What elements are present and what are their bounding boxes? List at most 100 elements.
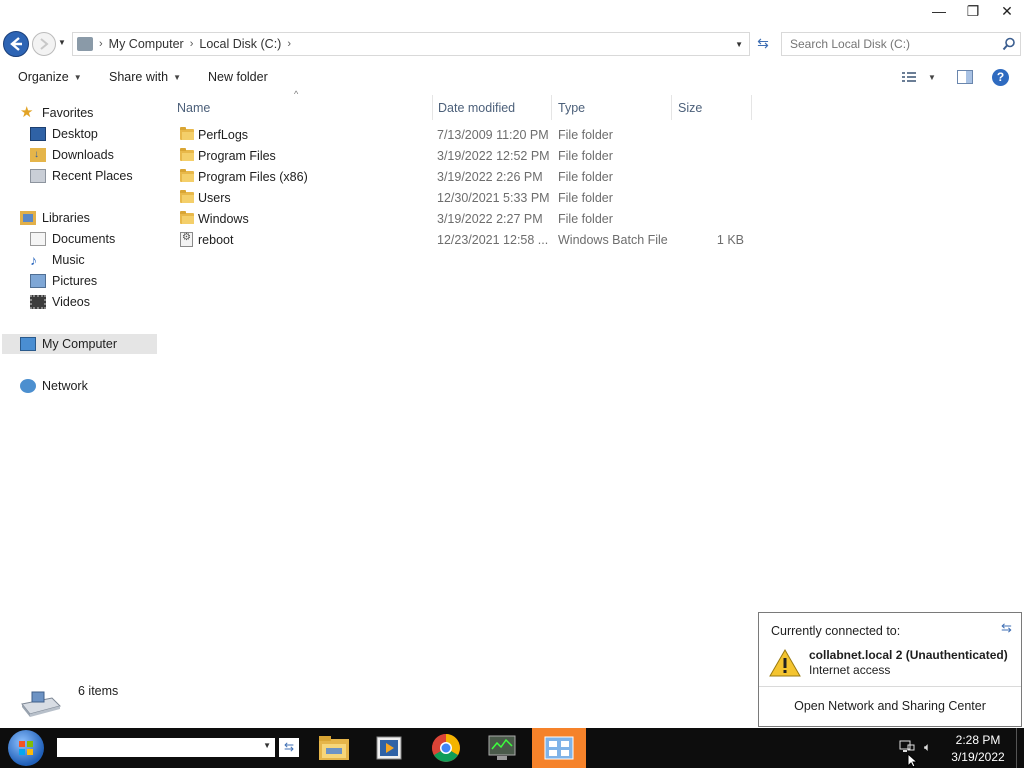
- search-box[interactable]: [781, 32, 1021, 56]
- breadcrumb-separator-icon: ›: [287, 38, 292, 50]
- nav-music[interactable]: ♪ Music: [30, 250, 85, 270]
- chrome-icon: [432, 734, 460, 762]
- file-date: 3/19/2022 2:27 PM: [437, 212, 543, 226]
- volume-icon[interactable]: 🔈︎: [924, 740, 940, 754]
- file-size: 1 KB: [716, 233, 744, 247]
- taskbar: ▼ ⇆ 🔈︎ 2:28 PM 3/19/2022: [0, 728, 1024, 768]
- minimize-button[interactable]: —: [922, 0, 956, 22]
- share-with-menu[interactable]: Share with ▼: [109, 70, 181, 84]
- column-header-name[interactable]: Name: [171, 95, 433, 120]
- folder-icon: [180, 169, 194, 182]
- view-dropdown-icon[interactable]: ▼: [928, 73, 936, 82]
- start-button[interactable]: [8, 730, 44, 766]
- arrow-right-icon: [40, 38, 49, 50]
- file-type: File folder: [558, 191, 613, 205]
- music-note-icon: ♪: [30, 252, 37, 268]
- new-folder-button[interactable]: New folder: [208, 70, 268, 84]
- nav-network[interactable]: Network: [20, 376, 88, 396]
- folder-icon: [180, 190, 194, 203]
- address-bar[interactable]: › My Computer › Local Disk (C:) › ▼: [72, 32, 750, 56]
- organize-menu[interactable]: Organize ▼: [18, 70, 82, 84]
- taskbar-task-manager[interactable]: [477, 728, 527, 768]
- pictures-icon: [30, 274, 46, 288]
- address-dropdown-icon[interactable]: ▼: [735, 40, 743, 49]
- show-desktop-button[interactable]: [1016, 728, 1017, 768]
- taskbar-control-panel-active[interactable]: [532, 728, 586, 768]
- view-options-icon[interactable]: [902, 71, 918, 83]
- star-icon: ★: [20, 104, 34, 121]
- monitor-icon: [488, 735, 516, 760]
- preview-pane-icon[interactable]: [957, 70, 973, 84]
- taskbar-file-explorer[interactable]: [309, 728, 359, 768]
- restore-button[interactable]: ❐: [956, 0, 990, 22]
- file-row[interactable]: PerfLogs 7/13/2009 11:20 PM File folder: [176, 125, 756, 146]
- nav-libraries[interactable]: Libraries: [20, 208, 90, 228]
- clock-date[interactable]: 3/19/2022: [946, 750, 1010, 764]
- file-type: File folder: [558, 212, 613, 226]
- computer-icon: [20, 337, 36, 351]
- folder-icon: [180, 148, 194, 161]
- file-name: Program Files: [198, 149, 276, 163]
- chevron-down-icon[interactable]: ▼: [263, 741, 271, 750]
- file-row[interactable]: reboot 12/23/2021 12:58 ... Windows Batc…: [176, 230, 756, 251]
- file-date: 3/19/2022 2:26 PM: [437, 170, 543, 184]
- close-button[interactable]: ✕: [990, 0, 1024, 22]
- back-button[interactable]: [3, 31, 29, 57]
- computer-icon: [77, 37, 93, 51]
- help-icon[interactable]: ?: [992, 69, 1009, 86]
- desktop-icon: [30, 127, 46, 141]
- file-name: Program Files (x86): [198, 170, 308, 184]
- network-name: collabnet.local 2 (Unauthenticated): [809, 648, 1008, 662]
- network-access: Internet access: [809, 663, 891, 677]
- file-type: File folder: [558, 170, 613, 184]
- file-row[interactable]: Program Files 3/19/2022 12:52 PM File fo…: [176, 146, 756, 167]
- network-tray-icon[interactable]: [899, 740, 915, 754]
- address-toolbar-input[interactable]: ▼: [57, 738, 275, 757]
- forward-button[interactable]: [32, 32, 56, 56]
- column-header-date-modified[interactable]: Date modified: [432, 95, 552, 120]
- item-count: 6 items: [78, 684, 119, 698]
- file-name: Windows: [198, 212, 249, 226]
- column-header-size[interactable]: Size: [672, 95, 752, 120]
- nav-pictures[interactable]: Pictures: [30, 271, 97, 291]
- mouse-cursor-icon: [907, 752, 919, 768]
- nav-videos[interactable]: Videos: [30, 292, 90, 312]
- nav-favorites[interactable]: ★ Favorites: [20, 103, 93, 123]
- taskbar-chrome[interactable]: [421, 728, 471, 768]
- clock-time[interactable]: 2:28 PM: [946, 733, 1010, 747]
- libraries-icon: [20, 211, 36, 225]
- file-name: reboot: [198, 233, 234, 247]
- nav-my-computer[interactable]: My Computer: [20, 334, 117, 354]
- refresh-icon[interactable]: ⇆: [1001, 620, 1012, 636]
- breadcrumb-my-computer[interactable]: My Computer: [109, 37, 184, 51]
- recent-pages-dropdown[interactable]: ▼: [58, 38, 66, 47]
- nav-documents[interactable]: Documents: [30, 229, 115, 249]
- open-network-sharing-link[interactable]: Open Network and Sharing Center: [759, 699, 1021, 713]
- file-date: 3/19/2022 12:52 PM: [437, 149, 550, 163]
- folder-icon: [180, 127, 194, 140]
- nav-desktop[interactable]: Desktop: [30, 124, 98, 144]
- file-row[interactable]: Program Files (x86) 3/19/2022 2:26 PM Fi…: [176, 167, 756, 188]
- go-refresh-icon[interactable]: ⇆: [279, 738, 299, 757]
- taskbar-media-player[interactable]: [364, 728, 414, 768]
- search-input[interactable]: [782, 36, 992, 52]
- column-header-type[interactable]: Type: [552, 95, 672, 120]
- search-icon[interactable]: [1002, 37, 1016, 51]
- popup-divider: [759, 686, 1021, 687]
- batch-file-icon: [180, 232, 193, 247]
- refresh-icon[interactable]: ⇆: [754, 35, 772, 53]
- file-row[interactable]: Users 12/30/2021 5:33 PM File folder: [176, 188, 756, 209]
- folder-icon: [180, 211, 194, 224]
- drive-icon: [18, 690, 62, 720]
- file-row[interactable]: Windows 3/19/2022 2:27 PM File folder: [176, 209, 756, 230]
- breadcrumb-local-disk[interactable]: Local Disk (C:): [199, 37, 281, 51]
- nav-recent-places[interactable]: Recent Places: [30, 166, 133, 186]
- file-date: 12/30/2021 5:33 PM: [437, 191, 550, 205]
- downloads-icon: ↓: [30, 148, 46, 162]
- recent-places-icon: [30, 169, 46, 183]
- file-type: File folder: [558, 149, 613, 163]
- nav-downloads[interactable]: ↓ Downloads: [30, 145, 114, 165]
- chevron-down-icon: ▼: [73, 72, 82, 82]
- chevron-down-icon: ▼: [173, 72, 181, 82]
- file-name: Users: [198, 191, 231, 205]
